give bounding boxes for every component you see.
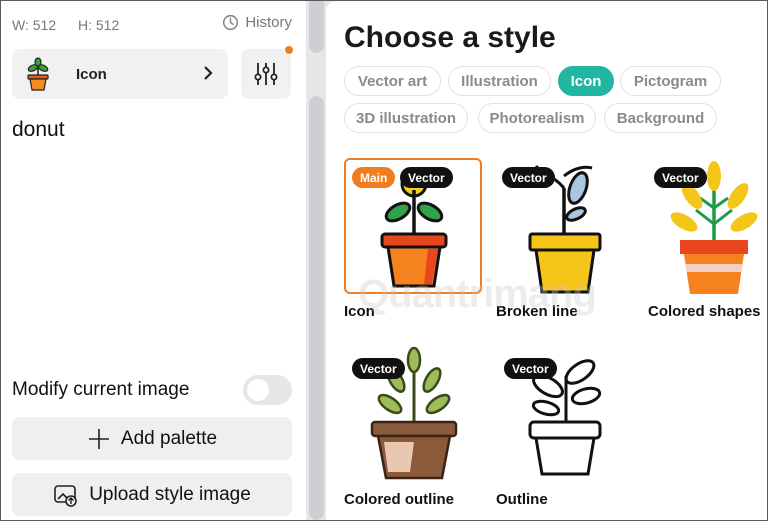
scrollbar-thumb[interactable] — [309, 96, 324, 520]
category-pictogram[interactable]: Pictogram — [620, 66, 721, 96]
category-vector-art[interactable]: Vector art — [344, 66, 441, 96]
category-label: Background — [616, 109, 705, 127]
badge-vector: Vector — [504, 358, 557, 379]
style-card-colored-shapes[interactable]: Vector Colored shapes — [648, 158, 768, 320]
badge-vector: Vector — [654, 167, 707, 188]
scrollbar-thumb-top[interactable] — [309, 1, 324, 53]
page-title: Choose a style — [344, 21, 556, 54]
category-3d-illustration[interactable]: 3D illustration — [344, 103, 468, 133]
style-thumbnail: Main Vector — [344, 158, 482, 294]
upload-style-button[interactable]: Upload style image — [12, 473, 292, 516]
chevron-right-icon — [204, 66, 213, 80]
category-label: Illustration — [461, 72, 538, 90]
style-thumbnail: Vector — [496, 346, 634, 482]
add-palette-label: Add palette — [120, 427, 218, 449]
category-background[interactable]: Background — [604, 103, 717, 133]
toggle-knob — [247, 379, 269, 401]
category-icon[interactable]: Icon — [558, 66, 614, 96]
badge-vector: Vector — [502, 167, 555, 188]
clock-icon — [223, 14, 239, 31]
style-name: Outline — [496, 491, 548, 508]
category-illustration[interactable]: Illustration — [448, 66, 551, 96]
plus-icon — [88, 428, 109, 449]
style-panel: Choose a style Vector art Illustration I… — [326, 1, 767, 520]
style-card-colored-outline[interactable]: Vector Colored outline — [344, 346, 482, 508]
notification-dot — [284, 45, 294, 55]
badge-vector: Vector — [352, 358, 405, 379]
modify-image-toggle[interactable] — [243, 375, 292, 405]
settings-button[interactable] — [241, 49, 291, 99]
category-label: Icon — [570, 72, 602, 90]
style-thumbnail: Vector — [344, 346, 482, 482]
sliders-icon — [254, 63, 278, 85]
category-label: Pictogram — [633, 72, 708, 90]
category-photorealism[interactable]: Photorealism — [478, 103, 596, 133]
style-selector[interactable]: Icon — [12, 49, 228, 99]
plant-pot-icon — [27, 57, 49, 91]
style-name: Icon — [344, 303, 375, 320]
style-card-outline[interactable]: Vector Outline — [496, 346, 634, 508]
style-name: Broken line — [496, 303, 578, 320]
upload-style-label: Upload style image — [89, 483, 251, 505]
category-label: Photorealism — [489, 109, 585, 127]
add-palette-button[interactable]: Add palette — [12, 417, 292, 460]
prompt-text[interactable]: donut — [12, 118, 65, 142]
history-button[interactable]: History — [222, 14, 292, 31]
left-panel: W: 512 H: 512 History Icon donut Modify … — [1, 1, 306, 520]
style-card-icon[interactable]: Main Vector Icon — [344, 158, 482, 320]
image-upload-icon — [54, 484, 78, 507]
height-label: H: 512 — [78, 17, 120, 33]
category-label: 3D illustration — [355, 109, 456, 127]
style-name: Colored outline — [344, 491, 454, 508]
badge-vector: Vector — [400, 167, 453, 188]
style-thumbnail: Vector — [648, 158, 768, 294]
modify-image-label: Modify current image — [12, 379, 190, 400]
badge-main: Main — [352, 167, 396, 188]
style-selector-label: Icon — [76, 65, 107, 83]
style-name: Colored shapes — [648, 303, 761, 320]
history-label: History — [245, 14, 292, 31]
style-thumbnail: Vector — [496, 158, 634, 294]
width-label: W: 512 — [12, 17, 57, 33]
category-label: Vector art — [357, 72, 428, 90]
style-card-broken-line[interactable]: Vector Broken line — [496, 158, 634, 320]
